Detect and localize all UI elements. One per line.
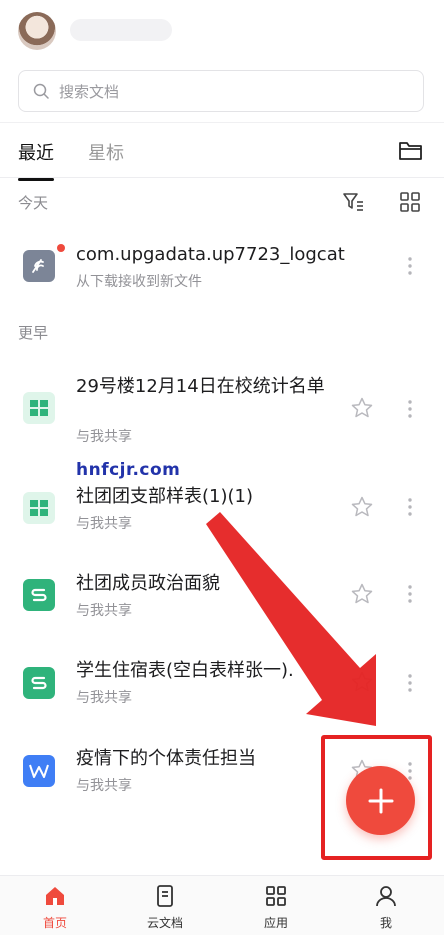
nav-label: 云文档 (146, 916, 183, 930)
s-doc-icon (23, 667, 55, 699)
new-badge (57, 244, 65, 252)
home-icon (46, 887, 64, 905)
more-icon[interactable] (405, 496, 415, 518)
nav-me[interactable]: 我 (356, 884, 416, 931)
nav-home[interactable]: 首页 (25, 884, 85, 931)
apps-grid-icon (266, 886, 286, 906)
bottom-nav: 首页 云文档 应用 我 (0, 875, 444, 935)
star-icon[interactable] (350, 670, 374, 694)
section-today: 今天 (18, 194, 49, 212)
file-title: 社团成员政治面貌 (76, 573, 220, 594)
file-row[interactable]: com.upgadata.up7723_logcat 从下载接收到新文件 (0, 226, 444, 306)
file-title: 社团团支部样表(1)(1) (76, 486, 253, 507)
file-title: 学生住宿表(空白表样张一). (76, 660, 294, 681)
tab-bar: 最近 星标 (0, 122, 444, 181)
add-new-button[interactable] (346, 766, 415, 835)
file-title: 29号楼12月14日在校统计名单 (76, 376, 325, 397)
document-icon (157, 885, 173, 907)
nav-cloud-docs[interactable]: 云文档 (135, 884, 195, 931)
username-redacted (70, 19, 172, 41)
file-row[interactable]: 学生住宿表(空白表样张一). 与我共享 (0, 642, 444, 722)
nav-apps[interactable]: 应用 (246, 884, 306, 931)
nav-label: 首页 (42, 916, 67, 930)
file-subtitle: 从下载接收到新文件 (76, 274, 202, 290)
more-icon[interactable] (405, 583, 415, 605)
file-subtitle: 与我共享 (76, 603, 132, 619)
avatar[interactable] (18, 12, 56, 50)
word-doc-icon (23, 755, 55, 787)
s-doc-icon (23, 579, 55, 611)
plus-icon (368, 788, 393, 813)
nav-label: 应用 (263, 916, 288, 930)
section-earlier: 更早 (18, 324, 49, 342)
file-row[interactable]: 社团成员政治面貌 与我共享 (0, 555, 444, 635)
file-subtitle: 与我共享 (76, 690, 132, 706)
person-icon (376, 886, 396, 907)
search-icon (33, 83, 49, 99)
star-icon[interactable] (350, 396, 374, 420)
tab-recent[interactable]: 最近 (18, 139, 54, 181)
search-input[interactable]: 搜索文档 (18, 70, 424, 112)
file-title: 疫情下的个体责任担当 (76, 748, 256, 769)
sheet-file-icon (23, 392, 55, 424)
grid-view-icon[interactable] (399, 191, 421, 213)
sheet-file-icon (23, 492, 55, 524)
more-icon[interactable] (405, 255, 415, 277)
file-subtitle: 与我共享 (76, 429, 132, 445)
file-row[interactable]: 29号楼12月14日在校统计名单 与我共享 (0, 368, 444, 452)
file-subtitle: 与我共享 (76, 516, 132, 532)
folder-icon[interactable] (398, 139, 424, 161)
nav-label: 我 (379, 916, 392, 930)
more-icon[interactable] (405, 398, 415, 420)
header (0, 0, 444, 62)
star-icon[interactable] (350, 495, 374, 519)
tab-starred[interactable]: 星标 (88, 139, 124, 165)
unknown-file-icon (23, 250, 55, 282)
file-subtitle: 与我共享 (76, 778, 132, 794)
more-icon[interactable] (405, 672, 415, 694)
file-title: com.upgadata.up7723_logcat (76, 244, 345, 265)
search-placeholder: 搜索文档 (59, 82, 120, 101)
file-row[interactable]: 社团团支部样表(1)(1) 与我共享 (0, 468, 444, 548)
filter-icon[interactable] (342, 191, 364, 213)
star-icon[interactable] (350, 582, 374, 606)
